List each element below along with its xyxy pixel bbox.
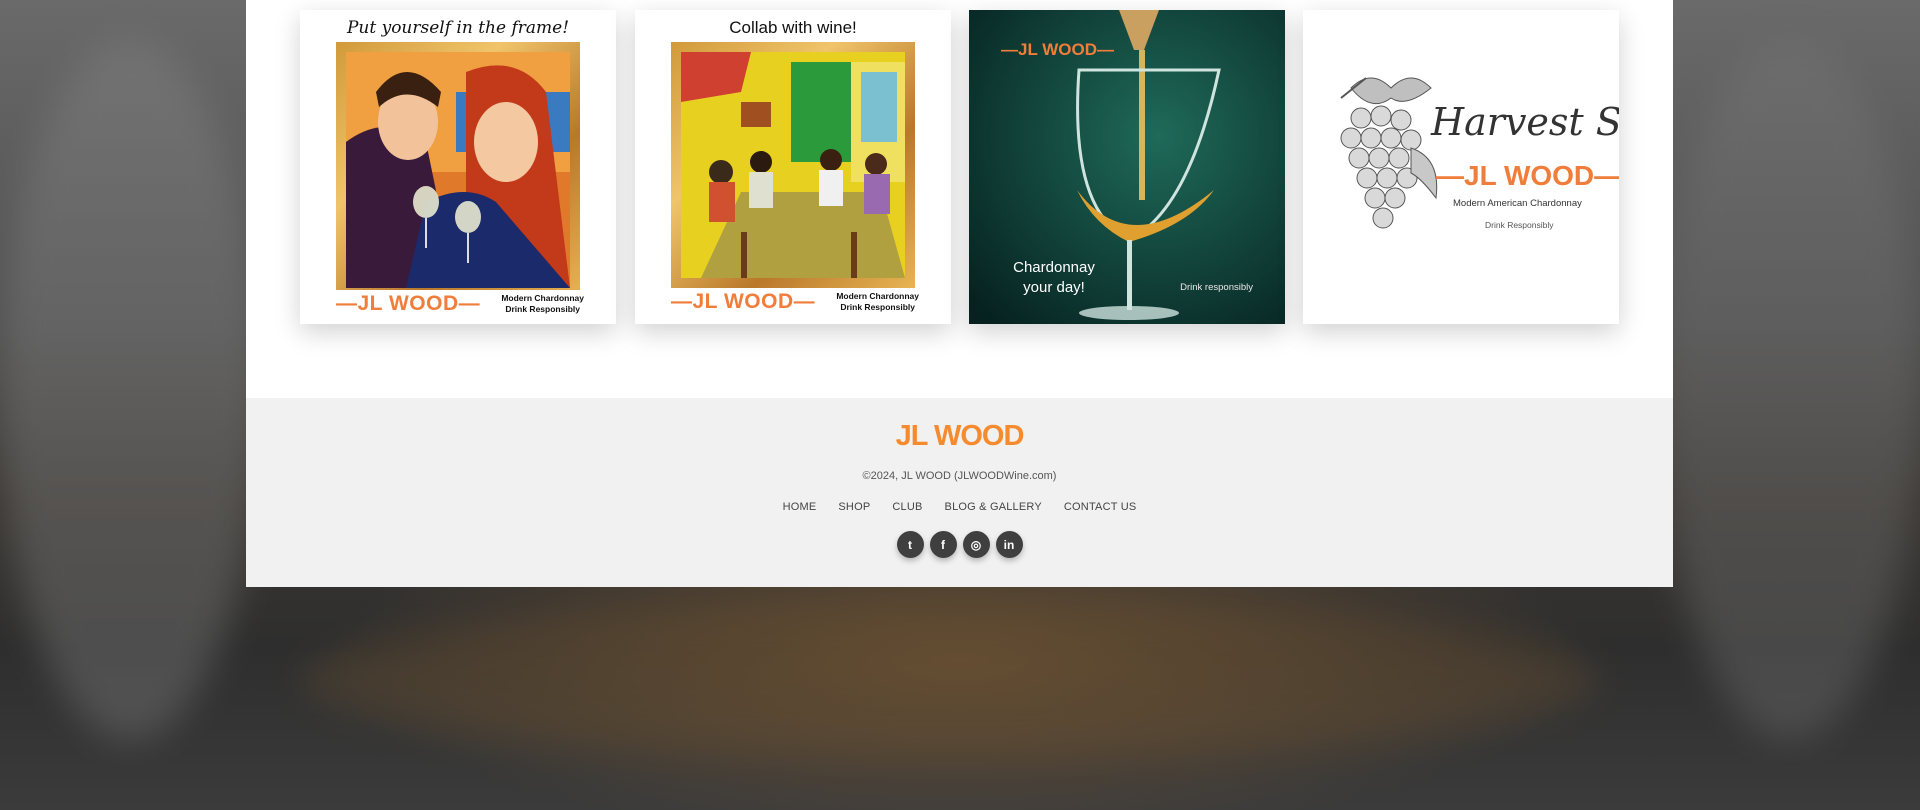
social-links: t f ◎ in	[246, 531, 1673, 558]
tile-brand: —JL WOOD—	[336, 292, 481, 315]
background-blur	[1660, 40, 1920, 740]
tile-brand: —JL WOOD—	[1436, 160, 1619, 191]
linkedin-icon[interactable]: in	[995, 531, 1023, 558]
site-footer: JL WOOD ©2024, JL WOOD (JLWOODWine.com) …	[246, 398, 1673, 587]
background-blur	[300, 600, 1600, 760]
grapes-illustration	[1340, 77, 1438, 229]
tile-brand: —JL WOOD—	[1001, 40, 1115, 59]
tile-sub-line: Modern Chardonnay	[501, 293, 584, 303]
tile-caption: Chardonnay your day!	[1013, 259, 1095, 296]
tile-title: Put yourself in the frame!	[346, 18, 570, 38]
footer-nav-contact-us[interactable]: CONTACT US	[1064, 501, 1137, 513]
tile-sub-line: Drink Responsibly	[840, 302, 915, 312]
gallery-tile-harvest[interactable]: Harvest Sale —JL WOOD— Modern American C…	[1303, 10, 1619, 324]
painting-cafe-image	[681, 52, 905, 278]
footer-nav: HOME SHOP CLUB BLOG & GALLERY CONTACT US	[246, 501, 1673, 513]
image-gallery: Put yourself in the frame! —JL WOOD— Mod…	[300, 10, 1620, 324]
tile-brand-row: —JL WOOD— Modern Chardonnay Drink Respon…	[336, 290, 584, 318]
footer-nav-club[interactable]: CLUB	[892, 501, 922, 513]
tile-brand: —JL WOOD—	[671, 290, 816, 313]
footer-nav-home[interactable]: HOME	[783, 501, 817, 513]
gold-frame	[336, 42, 580, 298]
copyright-text: ©2024, JL WOOD (JLWOODWine.com)	[862, 470, 1057, 482]
tile-sub-line: Drink Responsibly	[1485, 220, 1554, 230]
tile-brand-row: —JL WOOD— Modern Chardonnay Drink Respon…	[671, 288, 919, 316]
facebook-icon[interactable]: f	[929, 531, 957, 558]
twitter-icon[interactable]: t	[896, 531, 924, 558]
painting-couple-image	[346, 52, 570, 288]
tile-sub-line: Modern Chardonnay	[836, 291, 919, 301]
footer-nav-shop[interactable]: SHOP	[838, 501, 870, 513]
tile-title: Harvest Sale	[1431, 100, 1619, 144]
gallery-tile-pour[interactable]: —JL WOOD— Chardonnay your day! Drink res…	[969, 10, 1285, 324]
background-blur	[0, 40, 260, 740]
tile-subtext: Modern Chardonnay Drink Responsibly	[836, 291, 919, 313]
page-content: Put yourself in the frame! —JL WOOD— Mod…	[246, 0, 1673, 587]
tile-sub-line: Drink Responsibly	[505, 304, 580, 314]
gallery-tile-frame[interactable]: Put yourself in the frame! —JL WOOD— Mod…	[300, 10, 616, 324]
footer-logo[interactable]: JL WOOD	[246, 420, 1673, 453]
tile-sub-line: Modern American Chardonnay	[1453, 198, 1582, 209]
tile-drink-note: Drink responsibly	[1180, 282, 1253, 293]
gold-frame	[671, 42, 915, 288]
gallery-tile-collab[interactable]: Collab with wine! —JL WOOD— Modern Chard…	[635, 10, 951, 324]
tile-title: Collab with wine!	[729, 18, 857, 37]
footer-nav-blog-gallery[interactable]: BLOG & GALLERY	[945, 501, 1042, 513]
instagram-icon[interactable]: ◎	[962, 531, 990, 558]
tile-subtext: Modern Chardonnay Drink Responsibly	[501, 293, 584, 315]
